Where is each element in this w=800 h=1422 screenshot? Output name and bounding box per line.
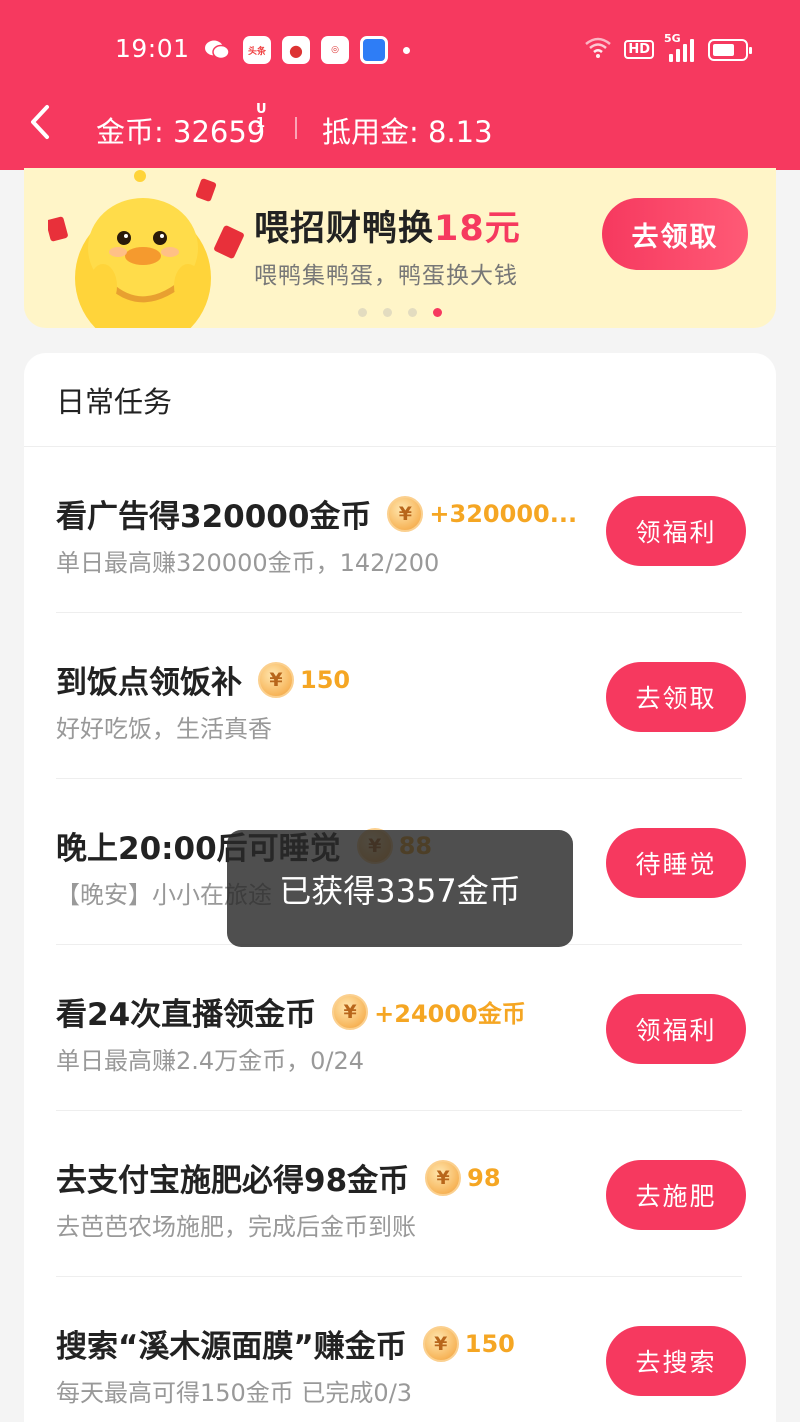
task-action-button[interactable]: 去搜索 xyxy=(606,1326,746,1396)
system-icons: HD 5G xyxy=(584,32,752,63)
wifi-icon xyxy=(584,36,612,63)
task-reward: 150 xyxy=(464,1329,515,1358)
back-button[interactable] xyxy=(28,103,58,143)
status-time: 19:01 xyxy=(115,34,190,63)
header-divider xyxy=(295,117,297,139)
pagination-dot-active[interactable] xyxy=(433,308,442,317)
task-desc: 去芭芭农场施肥，完成后金币到账 xyxy=(56,1213,416,1241)
task-item: 看广告得320000金币 ¥ +320000... 单日最高赚320000金币，14… xyxy=(56,447,746,613)
task-action-button[interactable]: 去领取 xyxy=(606,662,746,732)
hd-icon: HD xyxy=(624,40,654,59)
task-desc: 每天最高可得150金币 已完成0/3 xyxy=(56,1379,413,1407)
task-title: 去支付宝施肥必得98金币 ¥98 xyxy=(56,1155,501,1200)
banner-title-highlight: 18元 xyxy=(434,209,521,249)
top-bar: 19:01 头条 ● ◎ HD 5G 金币: 32659 U 1 抵用金: 8.… xyxy=(0,0,800,170)
pagination-dot[interactable] xyxy=(408,308,417,317)
task-item: 搜索“溪木源面膜”赚金币 ¥150 每天最高可得150金币 已完成0/3 去搜索 xyxy=(56,1277,746,1422)
more-notifications-dot xyxy=(403,46,410,54)
header-nav: 金币: 32659 U1 抵用金: 8.13 xyxy=(0,95,800,165)
signal-icon: 5G xyxy=(664,32,694,62)
task-desc: 单日最高赚2.4万金币，0/24 xyxy=(56,1047,365,1075)
app-icon: ● xyxy=(282,36,310,64)
task-reward: +320000... xyxy=(429,499,578,528)
task-desc: 好好吃饭，生活真香 xyxy=(56,715,272,743)
wechat-icon xyxy=(202,36,232,64)
promo-banner[interactable]: 喂招财鸭换18元 喂鸭集鸭蛋，鸭蛋换大钱 去领取 xyxy=(24,168,776,328)
task-action-button[interactable]: 领福利 xyxy=(606,994,746,1064)
coin-balance-superscript: U1 xyxy=(256,102,267,131)
task-item: 到饭点领饭补 ¥150 好好吃饭，生活真香 去领取 xyxy=(56,613,746,779)
coin-icon: ¥ xyxy=(258,661,294,698)
coin-balance: 金币: 32659 xyxy=(96,115,266,149)
task-desc: 单日最高赚320000金币，142/200 xyxy=(56,549,440,577)
section-title: 日常任务 xyxy=(24,353,776,447)
battery-level xyxy=(713,43,734,56)
duck-mascot-icon xyxy=(48,170,244,328)
banner-claim-button[interactable]: 去领取 xyxy=(602,198,748,270)
banner-subtitle: 喂鸭集鸭蛋，鸭蛋换大钱 xyxy=(254,263,518,289)
task-reward: 150 xyxy=(300,665,351,694)
deduct-balance: 抵用金: 8.13 xyxy=(322,115,493,149)
chevron-left-icon xyxy=(31,105,49,139)
task-title: 看24次直播领金币 ¥ +24000金币 xyxy=(56,989,526,1034)
pagination-dot[interactable] xyxy=(383,308,392,317)
task-title: 看广告得320000金币 ¥ +320000... xyxy=(56,491,577,536)
toast-message: 已获得3357金币 xyxy=(227,830,573,947)
notification-icons: 头条 ● ◎ xyxy=(202,36,410,64)
task-reward: +24000金币 xyxy=(374,1000,526,1028)
pagination-dot[interactable] xyxy=(358,308,367,317)
task-action-button[interactable]: 待睡觉 xyxy=(606,828,746,898)
battery-icon xyxy=(708,38,752,61)
task-title: 到饭点领饭补 ¥150 xyxy=(56,657,350,702)
task-action-button[interactable]: 领福利 xyxy=(606,496,746,566)
app-icon: ◎ xyxy=(321,36,349,64)
toutiao-icon: 头条 xyxy=(243,36,271,64)
app-icon xyxy=(360,36,388,64)
task-title: 搜索“溪木源面膜”赚金币 ¥150 xyxy=(56,1321,515,1366)
coin-icon: ¥ xyxy=(332,993,369,1030)
task-action-button[interactable]: 去施肥 xyxy=(606,1160,746,1230)
banner-title: 喂招财鸭换18元 xyxy=(254,209,521,249)
coin-icon: ¥ xyxy=(422,1325,459,1362)
task-item: 看24次直播领金币 ¥ +24000金币 单日最高赚2.4万金币，0/24 领福利 xyxy=(56,945,746,1111)
coin-icon: ¥ xyxy=(425,1159,462,1196)
task-reward: 98 xyxy=(467,1163,501,1192)
banner-pagination xyxy=(358,308,458,317)
task-item: 去支付宝施肥必得98金币 ¥98 去芭芭农场施肥，完成后金币到账 去施肥 xyxy=(56,1111,746,1277)
status-bar: 19:01 头条 ● ◎ HD 5G xyxy=(0,0,800,100)
coin-icon: ¥ xyxy=(387,495,424,532)
